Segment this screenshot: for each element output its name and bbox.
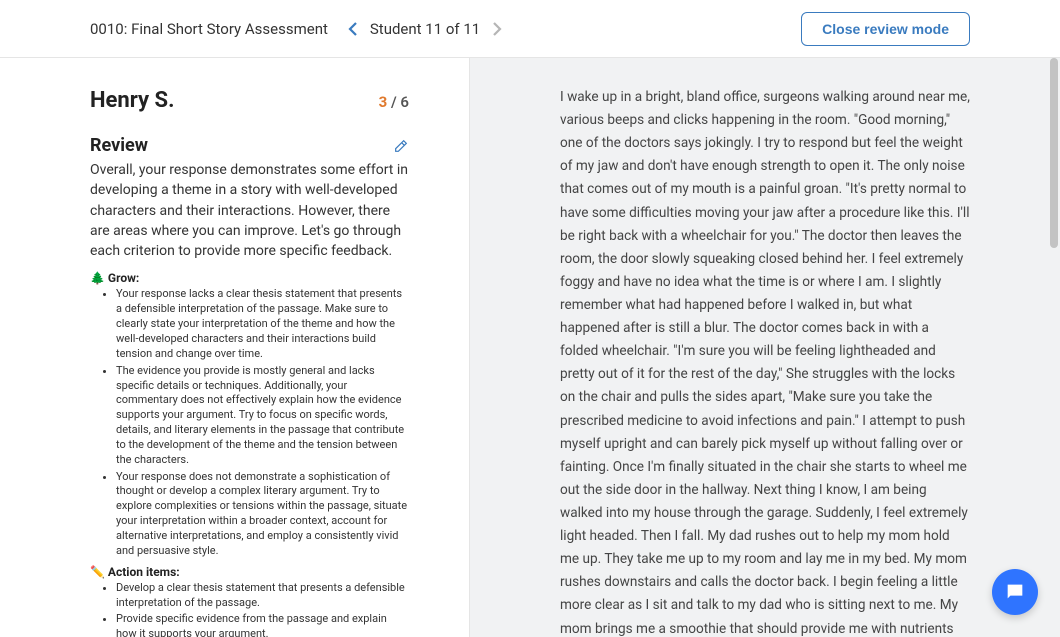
essay-panel: I wake up in a bright, bland office, sur… [470, 58, 1060, 637]
grow-label: 🌲 Grow: [90, 271, 409, 285]
edit-review-icon[interactable] [393, 138, 409, 154]
list-item: Your response does not demonstrate a sop… [116, 470, 409, 559]
list-item: Develop a clear thesis statement that pr… [116, 581, 409, 611]
list-item: The evidence you provide is mostly gener… [116, 364, 409, 468]
review-title: Review [90, 135, 148, 156]
essay-text: I wake up in a bright, bland office, sur… [560, 86, 970, 637]
student-header: Henry S. 3 / 6 [90, 88, 409, 113]
assignment-title: 0010: Final Short Story Assessment [90, 20, 328, 38]
student-nav: Student 11 of 11 [342, 18, 508, 40]
list-item: Your response lacks a clear thesis state… [116, 287, 409, 361]
next-student-button[interactable] [486, 18, 508, 40]
overall-score: 3 / 6 [379, 93, 409, 111]
review-header: Review [90, 135, 409, 156]
top-bar: 0010: Final Short Story Assessment Stude… [0, 0, 1060, 58]
score-value: 3 [379, 93, 388, 111]
scrollbar[interactable] [1050, 58, 1058, 637]
close-review-button[interactable]: Close review mode [801, 12, 970, 46]
action-list: Develop a clear thesis statement that pr… [116, 581, 409, 637]
chat-icon [1004, 581, 1026, 603]
action-label: ✏️ Action items: [90, 565, 409, 579]
chat-fab[interactable] [992, 569, 1038, 615]
score-max: / 6 [387, 93, 409, 111]
prev-student-button[interactable] [342, 18, 364, 40]
main-split: Henry S. 3 / 6 Review Overall, your resp… [0, 58, 1060, 637]
grow-list: Your response lacks a clear thesis state… [116, 287, 409, 558]
list-item: Provide specific evidence from the passa… [116, 612, 409, 637]
student-position: Student 11 of 11 [370, 20, 480, 38]
review-summary: Overall, your response demonstrates some… [90, 160, 409, 261]
scrollbar-thumb[interactable] [1050, 58, 1058, 248]
review-panel: Henry S. 3 / 6 Review Overall, your resp… [0, 58, 470, 637]
student-name: Henry S. [90, 88, 174, 113]
